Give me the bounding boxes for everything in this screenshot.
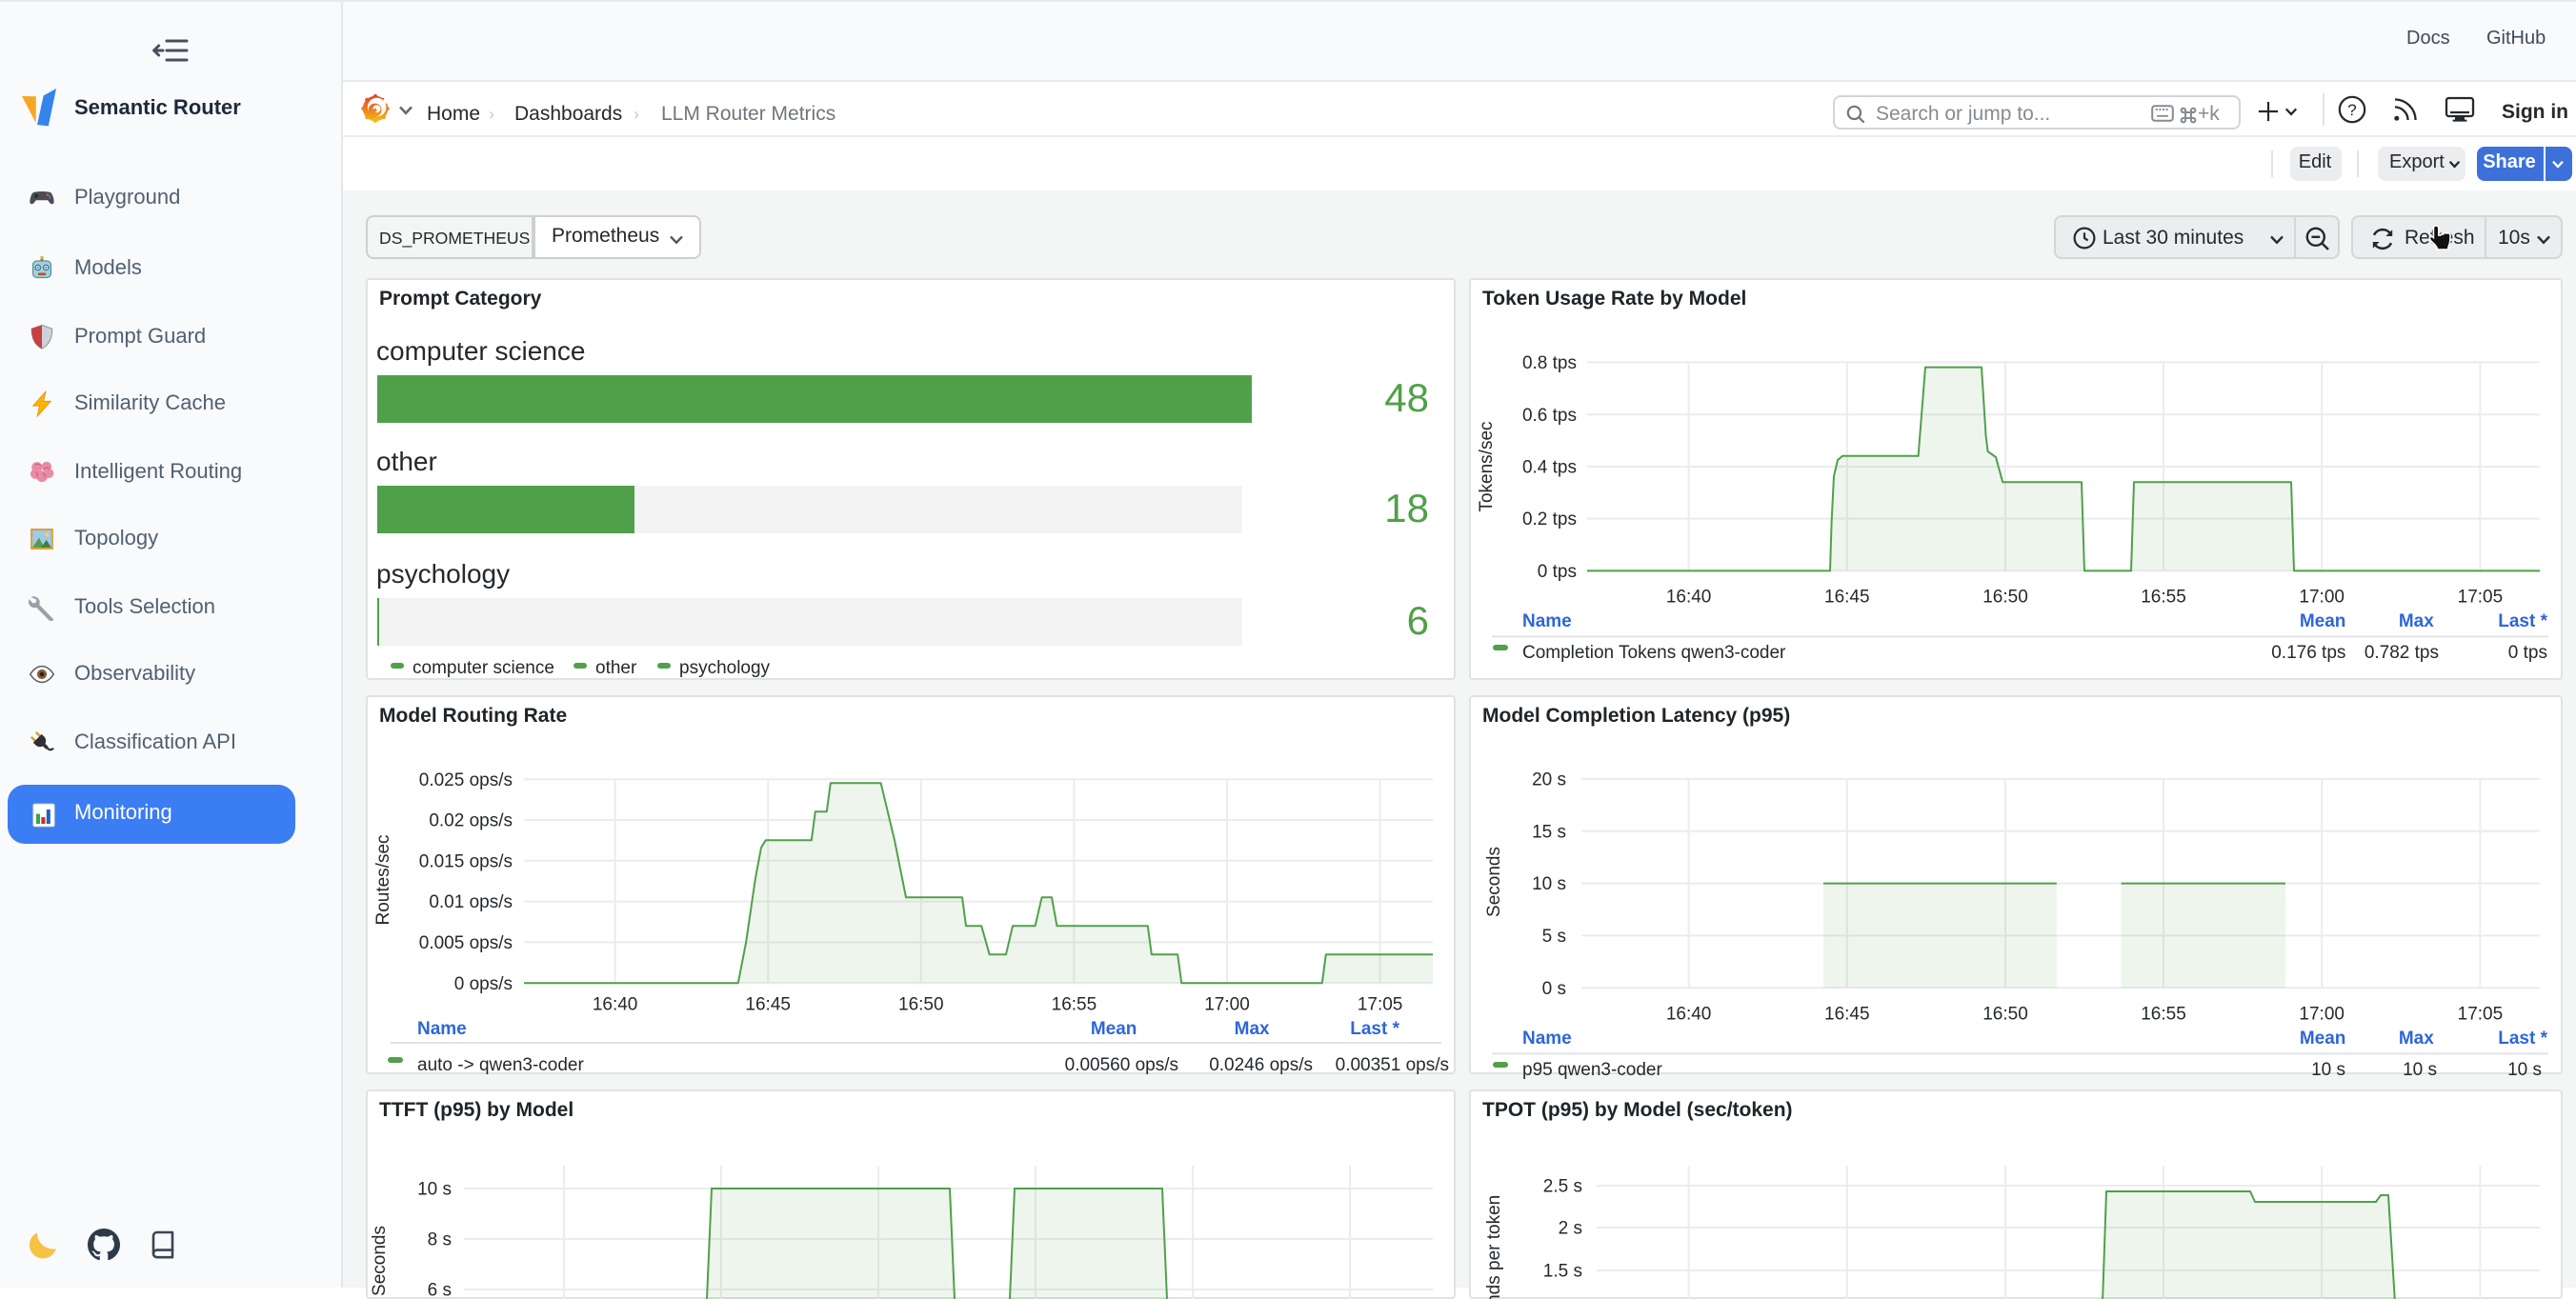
svg-text:Max: Max	[1235, 1018, 1270, 1038]
svg-text:?: ?	[2347, 101, 2356, 119]
svg-text:Seconds per token: Seconds per token	[1484, 1195, 1504, 1299]
svg-text:8 s: 8 s	[428, 1230, 452, 1250]
svg-text:Name: Name	[417, 1018, 467, 1038]
svg-text:0.00560 ops/s: 0.00560 ops/s	[1065, 1054, 1178, 1074]
svg-text:Name: Name	[1522, 611, 1572, 631]
svg-text:Last *: Last *	[2498, 611, 2547, 631]
svg-text:2 s: 2 s	[1559, 1219, 1582, 1239]
svg-text:10 s: 10 s	[2403, 1059, 2437, 1079]
svg-text:Seconds: Seconds	[370, 1226, 390, 1296]
svg-text:6 s: 6 s	[428, 1281, 452, 1299]
svg-text:0 tps: 0 tps	[2508, 643, 2547, 663]
svg-text:Max: Max	[2399, 611, 2434, 631]
svg-text:Max: Max	[2399, 1028, 2434, 1048]
svg-text:Name: Name	[1522, 1028, 1572, 1048]
svg-text:10 s: 10 s	[2507, 1059, 2542, 1079]
svg-text:computer science: computer science	[413, 658, 554, 678]
svg-text:1.5 s: 1.5 s	[1543, 1262, 1582, 1282]
svg-text:0.176 tps: 0.176 tps	[2271, 643, 2345, 663]
svg-text:p95 qwen3-coder: p95 qwen3-coder	[1522, 1059, 1662, 1079]
svg-text:auto -> qwen3-coder: auto -> qwen3-coder	[417, 1054, 584, 1074]
svg-text:0.782 tps: 0.782 tps	[2365, 643, 2439, 663]
svg-text:Last *: Last *	[2498, 1028, 2547, 1048]
svg-text:psychology: psychology	[679, 658, 771, 678]
svg-text:Mean: Mean	[2300, 1028, 2346, 1048]
svg-text:other: other	[595, 658, 637, 678]
svg-text:0.00351 ops/s: 0.00351 ops/s	[1336, 1054, 1449, 1074]
svg-text:0.0246 ops/s: 0.0246 ops/s	[1209, 1054, 1313, 1074]
svg-text:Mean: Mean	[2300, 611, 2346, 631]
svg-text:10 s: 10 s	[417, 1180, 452, 1200]
svg-text:2.5 s: 2.5 s	[1543, 1177, 1582, 1197]
svg-text:Mean: Mean	[1091, 1018, 1137, 1038]
svg-text:10 s: 10 s	[2311, 1059, 2345, 1079]
svg-text:Completion Tokens qwen3-coder: Completion Tokens qwen3-coder	[1522, 643, 1786, 663]
svg-text:Last *: Last *	[1350, 1018, 1399, 1038]
